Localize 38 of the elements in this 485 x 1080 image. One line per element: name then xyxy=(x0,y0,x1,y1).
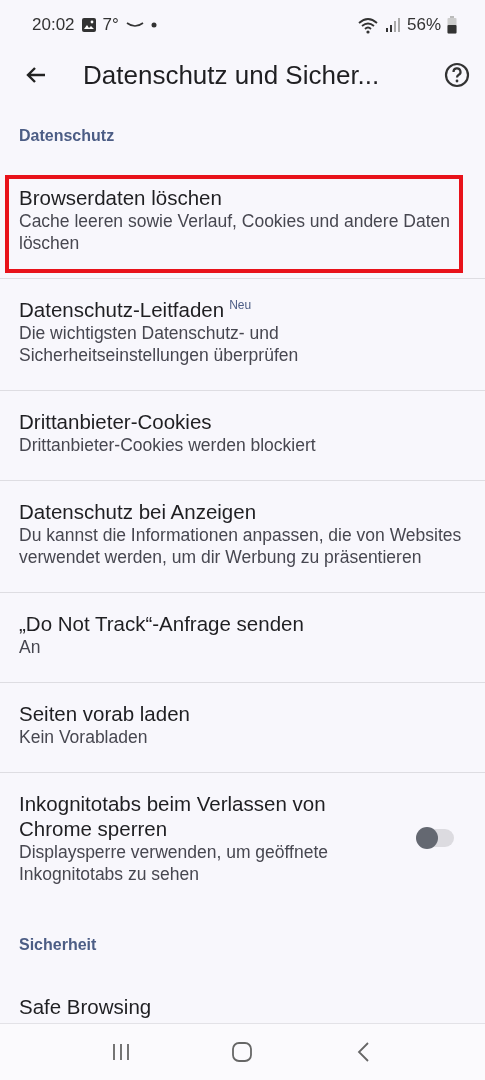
item-title: Seiten vorab laden xyxy=(19,702,190,725)
settings-item[interactable]: Browserdaten löschen Cache leeren sowie Verlauf, Cookies und andere Daten löschen xyxy=(0,167,485,279)
notification-dot-icon xyxy=(150,22,157,28)
settings-item[interactable]: Seiten vorab laden Kein Vorabladen xyxy=(0,683,485,773)
gallery-icon xyxy=(80,17,97,33)
item-subtitle: Drittanbieter-Cookies werden blockiert xyxy=(19,434,317,456)
settings-item[interactable]: Safe Browsing xyxy=(0,976,485,1023)
item-subtitle: Die wichtigsten Datenschutz- und Sicherheitseinstellungen überprüfen xyxy=(19,322,300,366)
item-subtitle: Du kannst die Informationen anpassen, die von Websites verwendet werden, um dir Werbung zu präsentieren xyxy=(19,524,463,568)
battery-icon xyxy=(447,16,457,34)
help-icon[interactable] xyxy=(443,61,471,89)
settings-item[interactable]: Drittanbieter-Cookies Drittanbieter-Cookies werden blockiert xyxy=(0,391,485,481)
settings-item[interactable]: Datenschutz bei Anzeigen Du kannst die Informationen anpassen, die von Websites verwendet werden, um dir Werbung zu präsentieren xyxy=(0,481,485,593)
section-header: Datenschutz xyxy=(18,126,116,146)
item-subtitle: Displaysperre verwenden, um geöffnete Inkognitotabs zu sehen xyxy=(19,841,330,885)
settings-item[interactable]: „Do Not Track“-Anfrage senden An xyxy=(0,593,485,683)
item-title: Inkognitotabs beim Verlassen von Chrome sperren xyxy=(19,792,326,840)
item-title: „Do Not Track“-Anfrage senden xyxy=(19,612,304,635)
item-title: Safe Browsing xyxy=(19,995,152,1018)
item-title: Browserdaten löschen xyxy=(19,186,222,209)
settings-item[interactable]: Datenschutz-Leitfaden $^{Neu}$ Die wichtigsten Datenschutz- und Sicherheitseinstellungen überprüfen xyxy=(0,279,485,391)
item-title: Datenschutz-Leitfaden xyxy=(19,298,225,321)
page-title: Datenschutz und Sicher... xyxy=(83,59,381,91)
wifi-icon xyxy=(356,16,379,34)
item-subtitle: Cache leeren sowie Verlauf, Cookies und andere Daten löschen xyxy=(19,210,451,254)
item-subtitle: An xyxy=(19,636,42,658)
item-title: Datenschutz bei Anzeigen xyxy=(19,500,257,523)
settings-item[interactable]: Inkognitotabs beim Verlassen von Chrome sperren Displaysperre verwenden, um geöffnete Inkognitotabs zu sehen xyxy=(0,773,485,909)
home-icon[interactable] xyxy=(231,1041,254,1063)
toggle-switch[interactable] xyxy=(418,829,454,847)
temperature: 7° xyxy=(102,15,119,35)
signal-icon xyxy=(384,17,401,33)
section-header: Sicherheit xyxy=(18,935,98,955)
new-label: Neu xyxy=(229,298,252,312)
battery-level: 56% xyxy=(406,15,441,35)
item-title: Drittanbieter-Cookies xyxy=(19,410,212,433)
status-time: 20:02 xyxy=(32,15,75,35)
item-subtitle: Kein Vorabladen xyxy=(19,726,149,748)
